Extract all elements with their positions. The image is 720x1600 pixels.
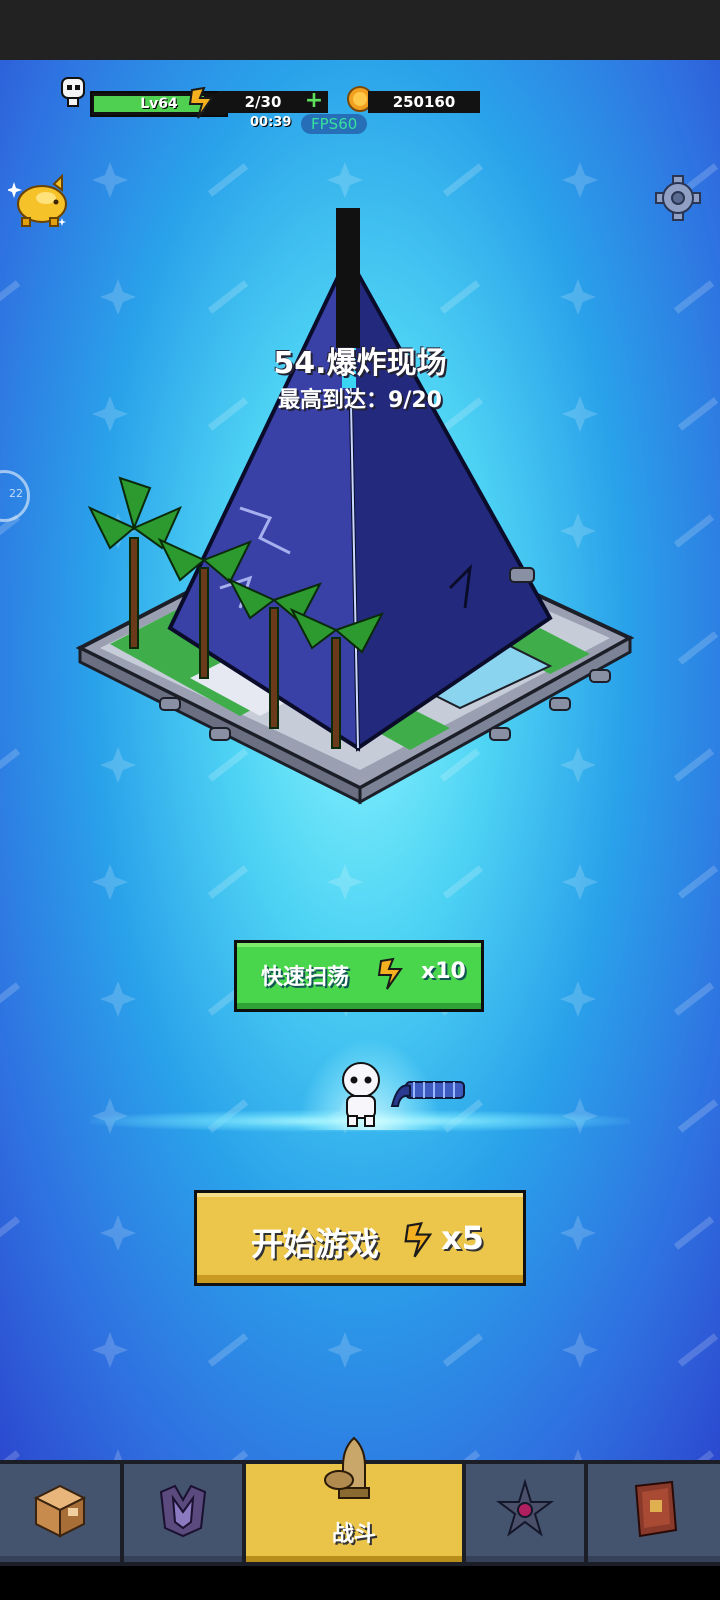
pattern-sword [673,280,715,314]
nav-label-battle: 战斗 [331,1522,376,1547]
hud: Lv64 2/30 + 00:39 FPS60 250160 [58,76,498,134]
pattern-star [92,1332,249,1368]
pattern-star [327,1332,484,1368]
system-gesture-bar [0,1566,720,1600]
skill-star-icon [496,1478,554,1537]
nav-item-equipment[interactable] [124,1464,242,1562]
quick-sweep-label: 快速扫荡 [261,965,350,990]
settings-gear-icon[interactable] [654,174,702,222]
quick-sweep-button[interactable]: 快速扫荡 x10 [234,940,484,1012]
coin-count: 250160 [392,93,456,111]
golden-piggy-bank-icon[interactable] [8,172,72,232]
pattern-star [562,1332,719,1368]
bullet-icon [324,1436,370,1499]
nav-item-codex[interactable] [588,1464,720,1562]
add-energy-button[interactable]: + [304,90,324,113]
bottom-navigation: 战斗 [0,1436,720,1566]
energy-timer: 00:39 [250,115,292,130]
player-avatar-icon[interactable] [58,76,88,110]
box-icon [33,1484,87,1538]
stage-pyramid-illustration [75,208,635,805]
coin-bar: 250160 [368,91,480,113]
pattern-sword [3,1449,123,1460]
pattern-star [92,864,249,900]
side-circle-text: 22 [9,487,23,500]
pattern-star [562,864,719,900]
stage-title: 54.爆炸现场 [273,346,447,381]
pattern-sword [0,1215,136,1251]
pattern-star [327,864,484,900]
energy-bar: 2/30 + [218,90,328,113]
pattern-sword [697,1450,715,1460]
start-game-cost: x5 [441,1219,484,1257]
weapon-gun-icon [390,1081,465,1107]
status-bar [0,0,720,60]
hero-character-icon [342,1062,380,1127]
pattern-star [327,162,484,198]
pattern-sword [463,1449,583,1460]
start-game-button[interactable]: 开始游戏 x5 [194,1190,526,1286]
pattern-star [92,162,249,198]
pattern-sword [673,514,715,548]
book-icon [634,1480,678,1538]
pattern-sword [673,982,715,1016]
nav-item-skills[interactable] [466,1464,584,1562]
lightning-icon [188,86,214,119]
nav-item-inventory[interactable] [0,1464,120,1562]
start-game-label: 开始游戏 [251,1225,380,1263]
lightning-icon [404,1222,433,1258]
pattern-sword [673,1216,715,1250]
pattern-sword [0,981,136,1017]
lightning-icon [377,957,403,990]
energy-count: 2/30 [244,93,282,111]
stage-best-progress: 最高到达：9/20 [278,388,442,413]
armor-icon [159,1484,207,1538]
nav-item-battle[interactable]: 战斗 [246,1436,462,1562]
fps-counter: FPS60 [301,114,368,134]
quick-sweep-cost: x10 [421,959,466,984]
pattern-sword [673,748,715,782]
game-screen: Lv64 2/30 + 00:39 FPS60 250160 22 54.爆炸现… [0,60,720,1460]
